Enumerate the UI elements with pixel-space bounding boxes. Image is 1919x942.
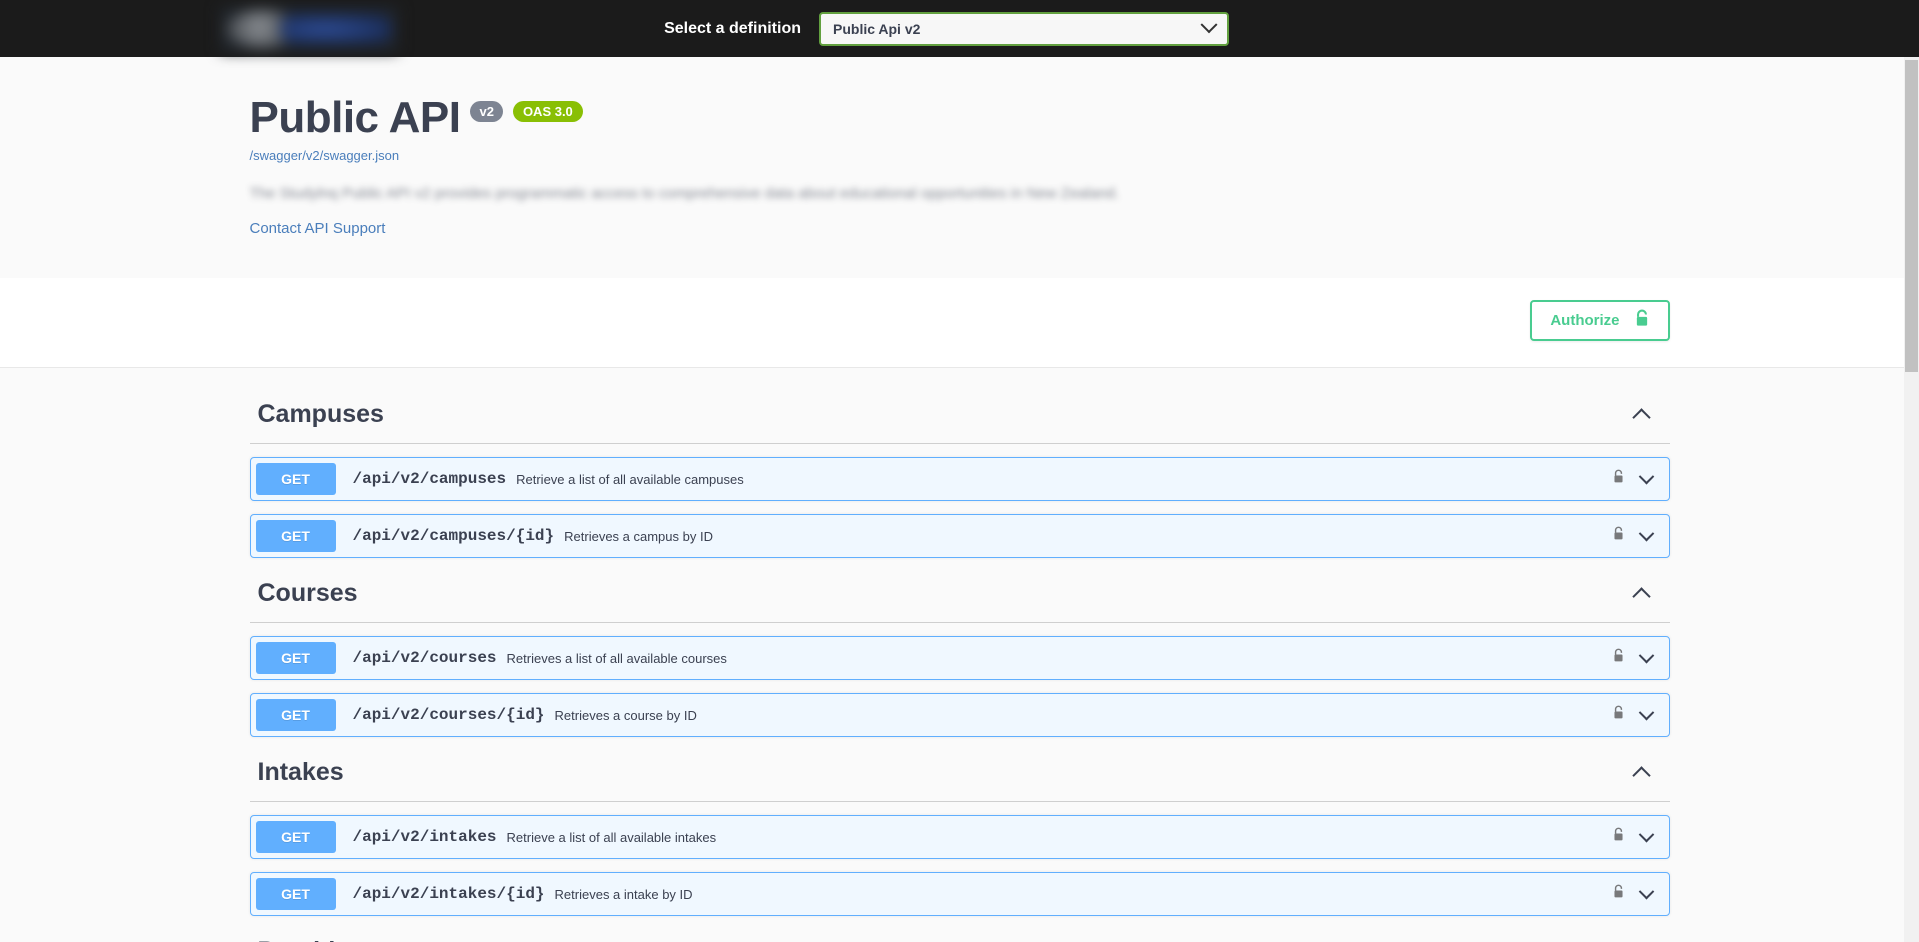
tag-header-providers[interactable]: Providers bbox=[250, 929, 1670, 942]
page-title: Public API bbox=[249, 93, 461, 142]
operation-summary: Retrieves a intake by ID bbox=[554, 886, 693, 902]
swagger-ui-page: Select a definition Public Api v2 Public… bbox=[0, 0, 1919, 942]
version-badge: v2 bbox=[470, 101, 503, 122]
operation-row[interactable]: GET/api/v2/intakes/{id} Retrieves a intak… bbox=[249, 872, 1670, 916]
authorize-wrap: Authorize bbox=[230, 300, 1690, 341]
contact-support-link[interactable]: Contact API Support bbox=[250, 220, 386, 237]
http-method-badge: GET bbox=[255, 642, 336, 674]
tag-section: Courses GET/api/v2/courses Retrieves a lis… bbox=[230, 571, 1690, 737]
spec-url-link[interactable]: /swagger/v2/swagger.json bbox=[250, 148, 1670, 163]
http-method-badge: GET bbox=[255, 699, 336, 731]
operation-path: /api/v2/courses/{id} bbox=[352, 706, 545, 724]
tag-title: Intakes bbox=[257, 758, 344, 786]
operation-summary: Retrieve a list of all available intakes bbox=[506, 829, 717, 845]
padlock-icon[interactable] bbox=[1612, 704, 1625, 726]
definition-selector-group: Select a definition Public Api v2 bbox=[664, 11, 1919, 46]
api-title-row: Public API v2 OAS 3.0 bbox=[250, 95, 1670, 141]
topbar: Select a definition Public Api v2 bbox=[0, 0, 1919, 57]
operation-controls bbox=[1612, 468, 1664, 490]
operation-controls bbox=[1612, 826, 1664, 848]
select-definition-label: Select a definition bbox=[664, 19, 801, 37]
chevron-down-icon[interactable] bbox=[1638, 826, 1654, 842]
operation-path: /api/v2/campuses/{id} bbox=[352, 527, 555, 545]
logo-wordmark bbox=[280, 13, 392, 44]
operation-summary: Retrieves a course by ID bbox=[554, 707, 697, 723]
tag-section: Campuses GET/api/v2/campuses Retrieve a li… bbox=[230, 392, 1690, 558]
tag-header-campuses[interactable]: Campuses bbox=[249, 392, 1670, 444]
chevron-down-icon[interactable] bbox=[1638, 525, 1654, 541]
operation-path: /api/v2/courses bbox=[352, 649, 497, 667]
operation-path: /api/v2/intakes/{id} bbox=[352, 885, 545, 903]
tag-title: Providers bbox=[258, 937, 373, 942]
tag-section: Providers bbox=[230, 929, 1690, 942]
operation-summary: Retrieve a list of all available campuse… bbox=[516, 471, 744, 487]
tag-list: Campuses GET/api/v2/campuses Retrieve a li… bbox=[0, 392, 1919, 942]
operation-summary: Retrieves a list of all available course… bbox=[506, 650, 727, 666]
authorize-button[interactable]: Authorize bbox=[1530, 300, 1670, 341]
operations-area: Campuses GET/api/v2/campuses Retrieve a li… bbox=[0, 368, 1919, 942]
operation-summary: Retrieves a campus by ID bbox=[564, 528, 713, 544]
definition-select-value: Public Api v2 bbox=[833, 20, 921, 37]
operation-path: /api/v2/campuses bbox=[352, 470, 507, 488]
api-info-band: Public API v2 OAS 3.0 /swagger/v2/swagge… bbox=[0, 57, 1919, 278]
http-method-badge: GET bbox=[255, 520, 336, 552]
tag-header-intakes[interactable]: Intakes bbox=[249, 750, 1670, 802]
operation-row[interactable]: GET/api/v2/courses/{id} Retrieves a cours… bbox=[249, 693, 1670, 737]
tag-title: Courses bbox=[257, 579, 358, 607]
operation-path: /api/v2/intakes bbox=[352, 828, 497, 846]
padlock-icon[interactable] bbox=[1612, 826, 1625, 848]
http-method-badge: GET bbox=[255, 463, 336, 495]
page-scrollbar[interactable] bbox=[1904, 57, 1919, 942]
api-logo[interactable] bbox=[220, 5, 398, 52]
topbar-inner: Select a definition Public Api v2 bbox=[0, 0, 1919, 57]
chevron-down-icon[interactable] bbox=[1638, 647, 1654, 663]
unlock-icon bbox=[1634, 309, 1650, 332]
operation-row[interactable]: GET/api/v2/campuses Retrieve a list of al… bbox=[249, 457, 1670, 501]
authorize-band: Authorize bbox=[0, 278, 1919, 368]
chevron-down-icon[interactable] bbox=[1638, 704, 1654, 720]
tag-title: Campuses bbox=[257, 400, 384, 428]
padlock-icon[interactable] bbox=[1612, 468, 1625, 490]
oas-badge: OAS 3.0 bbox=[512, 101, 583, 122]
chevron-down-icon[interactable] bbox=[1638, 468, 1654, 484]
api-description: The Studylnq Public API v2 provides prog… bbox=[249, 185, 1120, 202]
operation-controls bbox=[1612, 883, 1664, 905]
tag-header-courses[interactable]: Courses bbox=[249, 571, 1670, 623]
operation-row[interactable]: GET/api/v2/courses Retrieves a list of al… bbox=[249, 636, 1670, 680]
padlock-icon[interactable] bbox=[1612, 647, 1625, 669]
operation-controls bbox=[1612, 704, 1664, 726]
chevron-up-icon[interactable] bbox=[1631, 586, 1651, 606]
tag-section: Intakes GET/api/v2/intakes Retrieve a list… bbox=[230, 750, 1690, 916]
chevron-down-icon bbox=[1200, 15, 1218, 33]
operation-row[interactable]: GET/api/v2/intakes Retrieve a list of all… bbox=[249, 815, 1670, 859]
http-method-badge: GET bbox=[255, 821, 336, 853]
scrollbar-thumb[interactable] bbox=[1905, 60, 1918, 372]
padlock-icon[interactable] bbox=[1612, 525, 1625, 547]
api-info: Public API v2 OAS 3.0 /swagger/v2/swagge… bbox=[230, 95, 1690, 238]
operation-controls bbox=[1612, 647, 1664, 669]
chevron-up-icon[interactable] bbox=[1631, 765, 1651, 785]
chevron-down-icon[interactable] bbox=[1638, 883, 1654, 899]
padlock-icon[interactable] bbox=[1612, 883, 1625, 905]
authorize-button-label: Authorize bbox=[1550, 312, 1620, 329]
definition-select[interactable]: Public Api v2 bbox=[819, 11, 1229, 46]
chevron-up-icon[interactable] bbox=[1631, 407, 1651, 427]
http-method-badge: GET bbox=[255, 878, 336, 910]
operation-controls bbox=[1612, 525, 1664, 547]
operation-row[interactable]: GET/api/v2/campuses/{id} Retrieves a camp… bbox=[249, 514, 1670, 558]
